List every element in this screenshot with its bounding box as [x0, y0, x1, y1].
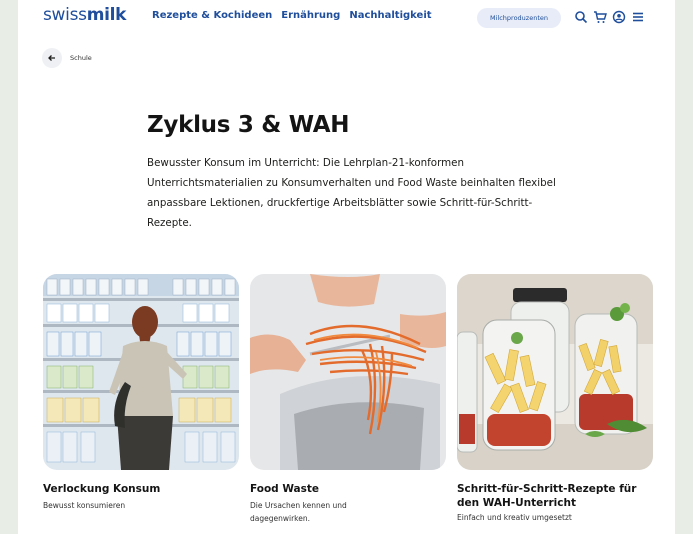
- milchproduzenten-button[interactable]: Milchproduzenten: [477, 8, 561, 28]
- search-icon[interactable]: [574, 10, 588, 24]
- card-image-pasta-jars: [457, 274, 653, 470]
- card-title: Verlockung Konsum: [43, 483, 161, 495]
- card-subtitle: Einfach und kreativ umgesetzt: [457, 513, 572, 522]
- account-icon[interactable]: [612, 10, 626, 24]
- nav-item-nachhaltigkeit[interactable]: Nachhaltigkeit: [349, 10, 431, 21]
- back-label: Schule: [70, 54, 92, 62]
- page: swissmilk Rezepte & Kochideen Ernährung …: [18, 0, 675, 534]
- card-image-food-waste: [250, 274, 446, 470]
- card-subtitle: Die Ursachen kennen und dagegenwirken.: [250, 501, 347, 523]
- swissmilk-logo[interactable]: swissmilk: [43, 5, 126, 25]
- back-link[interactable]: Schule: [42, 48, 92, 68]
- main-nav: Rezepte & Kochideen Ernährung Nachhaltig…: [152, 10, 432, 21]
- card-food-waste[interactable]: Food Waste Die Ursachen kennen und dageg…: [250, 274, 446, 525]
- arrow-left-icon: [42, 48, 62, 68]
- card-image-supermarket: [43, 274, 239, 470]
- card-verlockung-konsum[interactable]: Verlockung Konsum Bewusst konsumieren: [43, 274, 239, 512]
- nav-item-ernaehrung[interactable]: Ernährung: [281, 10, 340, 21]
- card-schritt-fuer-schritt-rezepte[interactable]: Schritt-für-Schritt-Rezepte für den WAH-…: [457, 274, 653, 524]
- card-title: Schritt-für-Schritt-Rezepte für den WAH-…: [457, 483, 637, 509]
- menu-icon[interactable]: [631, 10, 645, 24]
- card-subtitle: Bewusst konsumieren: [43, 501, 126, 510]
- page-title: Zyklus 3 & WAH: [147, 112, 350, 138]
- cart-icon[interactable]: [593, 10, 607, 24]
- intro-text: Bewusster Konsum im Unterricht: Die Lehr…: [147, 157, 556, 229]
- card-title: Food Waste: [250, 483, 320, 495]
- nav-item-rezepte[interactable]: Rezepte & Kochideen: [152, 10, 272, 21]
